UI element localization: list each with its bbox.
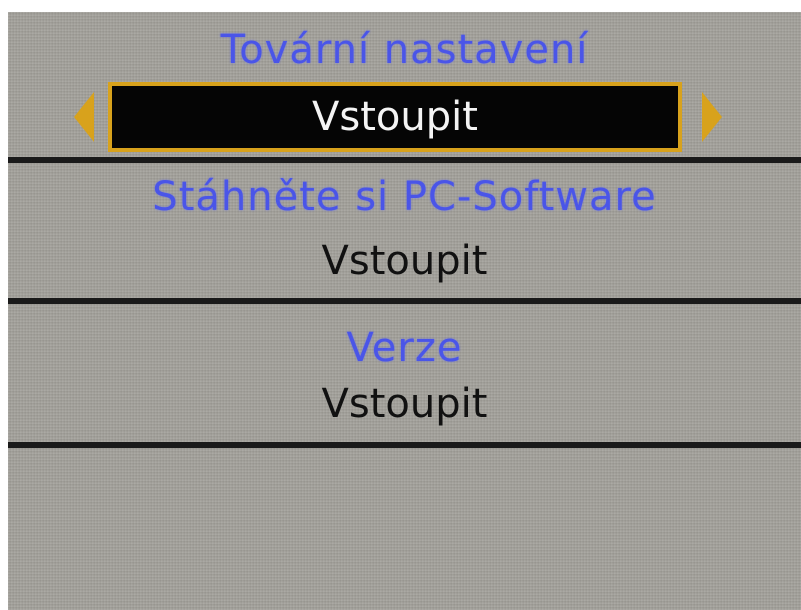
menu-item-version[interactable]: Verze Vstoupit	[8, 304, 801, 440]
divider	[8, 442, 801, 448]
menu-item-title: Tovární nastavení	[220, 27, 589, 73]
right-arrow-icon[interactable]	[700, 90, 726, 144]
selection-highlight[interactable]: Vstoupit	[108, 82, 682, 152]
left-arrow-icon[interactable]	[70, 90, 96, 144]
menu-screen: Tovární nastavení Vstoupit Stáhněte si P…	[8, 12, 801, 610]
menu-item-title: Verze	[346, 325, 463, 371]
menu-item-value: Vstoupit	[321, 238, 488, 284]
menu-item-value: Vstoupit	[321, 381, 488, 427]
menu-item-download-pc-software[interactable]: Stáhněte si PC-Software Vstoupit	[8, 163, 801, 298]
menu-item-factory-reset[interactable]: Tovární nastavení Vstoupit	[8, 12, 801, 162]
menu-item-value: Vstoupit	[312, 94, 478, 140]
menu-item-title: Stáhněte si PC-Software	[152, 174, 657, 220]
